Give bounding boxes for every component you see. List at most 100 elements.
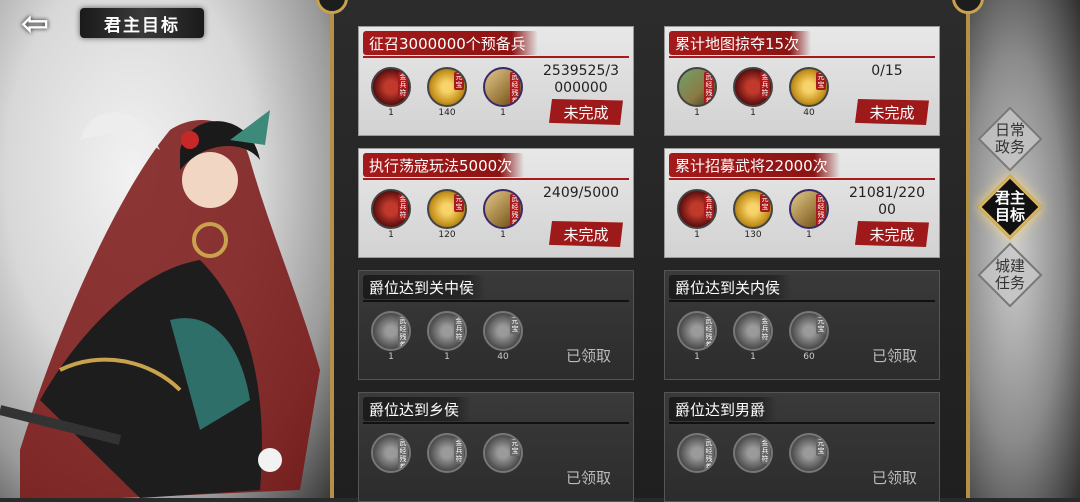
reward-item[interactable]: 元宝 40 [481, 311, 525, 362]
reward-item[interactable]: 元宝 [481, 433, 525, 474]
reward-tag: 武经残卷 [816, 194, 826, 227]
reward-item[interactable]: 金兵符 1 [731, 67, 775, 118]
scroll-icon[interactable]: 武经残卷 [677, 433, 717, 473]
bingfu-icon[interactable]: 金兵符 [371, 67, 411, 107]
task-title: 征召3000000个预备兵 [363, 31, 538, 55]
reward-item[interactable]: 武经残卷 1 [481, 67, 525, 118]
scroll-icon[interactable]: 武经残卷 [677, 311, 717, 351]
reward-item[interactable]: 金兵符 1 [675, 189, 719, 240]
reward-tag: 元宝 [510, 438, 520, 456]
reward-item[interactable]: 金兵符 1 [425, 311, 469, 362]
claimed-label: 已领取 [565, 469, 611, 487]
reward-item[interactable]: 武经残卷 1 [369, 311, 413, 362]
reward-list: 金兵符 1 元宝 140 武经残卷 1 [369, 67, 525, 118]
reward-item[interactable]: 元宝 [787, 433, 831, 474]
reward-count: 1 [444, 352, 450, 362]
reward-item[interactable]: 元宝 60 [787, 311, 831, 362]
reward-item[interactable]: 武经残卷 [369, 433, 413, 474]
reward-list: 武经残卷 金兵符 元宝 [675, 433, 831, 474]
reward-list: 武经残卷 1 金兵符 1 元宝 [675, 67, 831, 118]
reward-count: 1 [694, 108, 700, 118]
reward-item[interactable]: 元宝 40 [787, 67, 831, 118]
reward-item[interactable]: 金兵符 [425, 433, 469, 474]
reward-item[interactable]: 金兵符 1 [369, 189, 413, 240]
task-title: 累计地图掠夺15次 [669, 31, 812, 55]
reward-count: 120 [438, 230, 456, 240]
divider [363, 300, 629, 302]
incomplete-button[interactable]: 未完成 [549, 99, 623, 125]
scroll-icon[interactable]: 武经残卷 [483, 189, 523, 229]
reward-count: 1 [388, 352, 394, 362]
general-portrait [0, 110, 320, 498]
yuanbao-icon[interactable]: 元宝 [483, 311, 523, 351]
reward-tag: 元宝 [816, 316, 826, 334]
yuanbao-icon[interactable]: 元宝 [789, 433, 829, 473]
scroll-icon[interactable]: 武经残卷 [371, 433, 411, 473]
incomplete-button[interactable]: 未完成 [855, 99, 929, 125]
bingfu-icon[interactable]: 金兵符 [733, 433, 773, 473]
divider [363, 422, 629, 424]
task-title: 爵位达到关中侯 [363, 275, 487, 299]
task-card: 爵位达到关中侯 武经残卷 1 金兵符 1 元宝 40 已领取 [358, 270, 634, 380]
tab-lord-goals[interactable]: 君主 目标 [977, 174, 1043, 240]
tab-city-tasks[interactable]: 城建 任务 [977, 242, 1043, 308]
reward-count: 1 [694, 230, 700, 240]
reward-item[interactable]: 武经残卷 1 [787, 189, 831, 240]
tab-daily-affairs[interactable]: 日常 政务 [977, 106, 1043, 172]
claimed-label: 已领取 [565, 347, 611, 365]
reward-tag: 金兵符 [760, 72, 770, 98]
reward-item[interactable]: 元宝 130 [731, 189, 775, 240]
incomplete-button[interactable]: 未完成 [549, 221, 623, 247]
bingfu-icon[interactable]: 金兵符 [733, 67, 773, 107]
incomplete-button[interactable]: 未完成 [855, 221, 929, 247]
bingfu-icon[interactable]: 金兵符 [427, 311, 467, 351]
scroll-icon[interactable]: 武经残卷 [371, 311, 411, 351]
reward-count: 1 [750, 108, 756, 118]
page-title: 君主目标 [80, 8, 204, 38]
reward-item[interactable]: 武经残卷 1 [675, 311, 719, 362]
reward-item[interactable]: 金兵符 [731, 433, 775, 474]
reward-tag: 元宝 [816, 72, 826, 90]
yuanbao-icon[interactable]: 元宝 [733, 189, 773, 229]
yuanbao-icon[interactable]: 元宝 [789, 67, 829, 107]
reward-tag: 金兵符 [398, 72, 408, 98]
task-card: 执行荡寇玩法5000次 金兵符 1 元宝 120 武经残卷 1 2409/500… [358, 148, 634, 258]
map-icon[interactable]: 武经残卷 [677, 67, 717, 107]
divider [669, 178, 935, 180]
reward-item[interactable]: 金兵符 1 [731, 311, 775, 362]
reward-tag: 武经残卷 [510, 72, 520, 105]
reward-item[interactable]: 元宝 120 [425, 189, 469, 240]
bingfu-icon[interactable]: 金兵符 [677, 189, 717, 229]
reward-item[interactable]: 武经残卷 [675, 433, 719, 474]
reward-tag: 金兵符 [760, 438, 770, 464]
reward-tag: 金兵符 [454, 438, 464, 464]
reward-count: 1 [500, 108, 506, 118]
task-card: 爵位达到乡侯 武经残卷 金兵符 元宝 已领取 [358, 392, 634, 502]
reward-item[interactable]: 武经残卷 1 [675, 67, 719, 118]
divider [669, 422, 935, 424]
yuanbao-icon[interactable]: 元宝 [789, 311, 829, 351]
reward-item[interactable]: 元宝 140 [425, 67, 469, 118]
reward-tag: 金兵符 [704, 194, 714, 220]
task-card: 爵位达到关内侯 武经残卷 1 金兵符 1 元宝 60 已领取 [664, 270, 940, 380]
bingfu-icon[interactable]: 金兵符 [733, 311, 773, 351]
task-title: 执行荡寇玩法5000次 [363, 153, 525, 177]
yuanbao-icon[interactable]: 元宝 [483, 433, 523, 473]
reward-tag: 元宝 [760, 194, 770, 212]
yuanbao-icon[interactable]: 元宝 [427, 189, 467, 229]
bingfu-icon[interactable]: 金兵符 [427, 433, 467, 473]
yuanbao-icon[interactable]: 元宝 [427, 67, 467, 107]
task-card: 征召3000000个预备兵 金兵符 1 元宝 140 武经残卷 1 253952… [358, 26, 634, 136]
reward-list: 武经残卷 金兵符 元宝 [369, 433, 525, 474]
reward-item[interactable]: 金兵符 1 [369, 67, 413, 118]
reward-item[interactable]: 武经残卷 1 [481, 189, 525, 240]
claimed-label: 已领取 [871, 347, 917, 365]
divider [363, 56, 629, 58]
bingfu-icon[interactable]: 金兵符 [371, 189, 411, 229]
scroll-icon[interactable]: 武经残卷 [789, 189, 829, 229]
reward-count: 1 [388, 230, 394, 240]
scroll-icon[interactable]: 武经残卷 [483, 67, 523, 107]
reward-tag: 武经残卷 [704, 316, 714, 349]
back-arrow-icon[interactable]: ⇦ [10, 4, 60, 44]
reward-count: 140 [438, 108, 456, 118]
